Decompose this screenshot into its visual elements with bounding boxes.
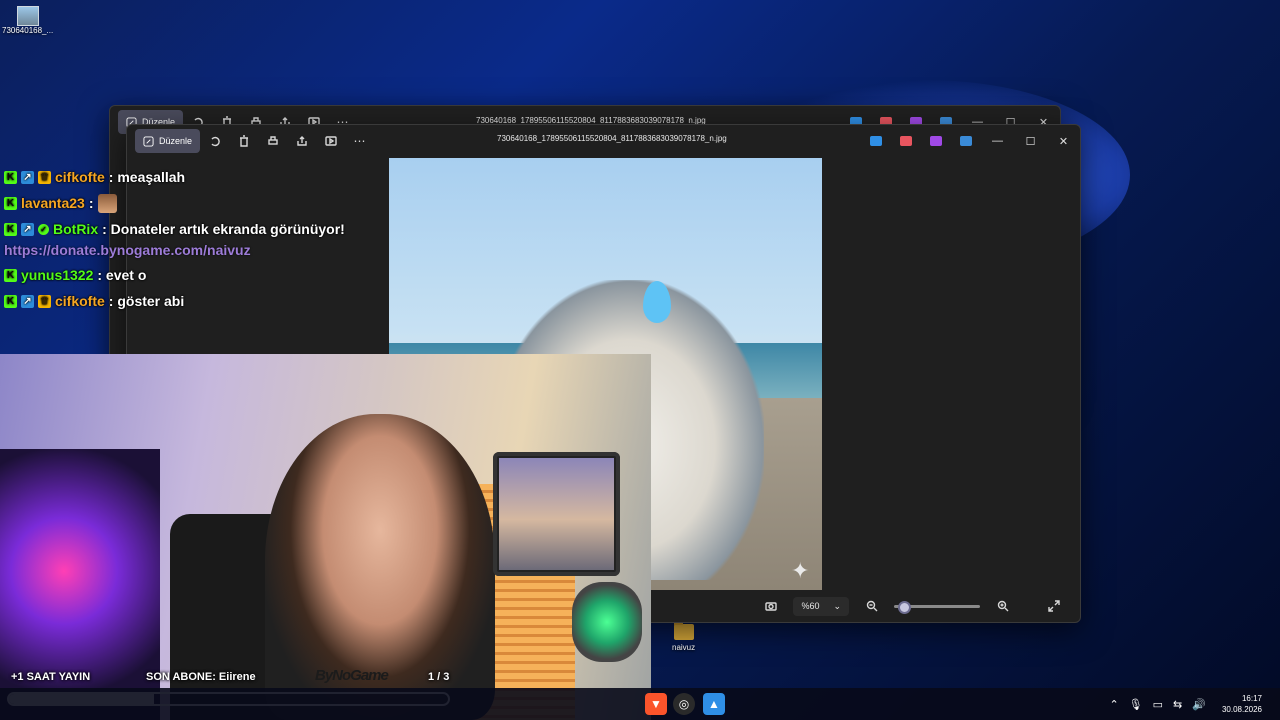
- obs-icon[interactable]: ◎: [673, 693, 695, 715]
- edit-button[interactable]: Düzenle: [135, 129, 201, 153]
- share-icon: [296, 136, 307, 146]
- donate-link[interactable]: https://donate.bynogame.com/naivuz: [4, 242, 384, 262]
- chat-text: : Donateler artık ekranda görünüyor!: [102, 221, 345, 237]
- zoom-dropdown[interactable]: %60 ⌄: [793, 596, 849, 616]
- clock-date: 30.08.2026: [1221, 705, 1262, 714]
- zoom-value: %60: [801, 601, 820, 611]
- chat-message: K lavanta23 :: [4, 190, 384, 216]
- microphone: [572, 582, 642, 662]
- chat-username: lavanta23: [21, 195, 85, 211]
- chat-text: :: [88, 195, 94, 211]
- kick-badge-icon: K: [4, 222, 17, 236]
- overlay-counter: 1 / 3: [428, 671, 450, 683]
- window-title: 730640168_17895506115520804_811788368303…: [497, 134, 727, 143]
- camera-icon: [765, 602, 777, 611]
- designer-app-icon[interactable]: [900, 136, 912, 146]
- chat-username: yunus1322: [21, 267, 94, 283]
- crown-badge-icon: ♛: [38, 170, 51, 184]
- desktop-icon-label: 730640168_...: [2, 26, 54, 35]
- zoom-slider[interactable]: [894, 600, 980, 614]
- sparkle-icon: ✦: [791, 558, 810, 583]
- zoom-slider-knob[interactable]: [898, 600, 911, 614]
- brave-browser-icon[interactable]: ▼: [645, 693, 667, 715]
- taskbar: ▼ ◎ ▲ ⌃ 🎙 ▭ ⇆ 🔊 16:17 30.08.2026: [0, 688, 1280, 720]
- kick-badge-icon: K: [4, 268, 17, 282]
- minimize-button[interactable]: —: [981, 135, 1014, 147]
- editor-app-icon[interactable]: [870, 136, 882, 146]
- kick-badge-icon: K: [4, 196, 17, 210]
- print-button[interactable]: [258, 129, 287, 153]
- network-icon[interactable]: ⇆: [1173, 698, 1182, 711]
- clock[interactable]: 16:17 30.08.2026: [1222, 693, 1262, 715]
- emote-icon: [97, 193, 117, 213]
- chat-text: : göster abi: [108, 293, 185, 309]
- zoom-out-icon: [866, 600, 877, 612]
- share-button[interactable]: [287, 129, 316, 153]
- chevron-down-icon: ⌄: [833, 600, 841, 611]
- trash-icon: [239, 135, 248, 147]
- svg-text:ByNoGame: ByNoGame: [315, 667, 389, 684]
- screenshot-button[interactable]: [756, 594, 785, 618]
- rotate-button[interactable]: [200, 129, 229, 153]
- clipchamp-icon[interactable]: [930, 136, 942, 146]
- folder-icon: [673, 621, 694, 640]
- display-icon[interactable]: ▭: [1153, 698, 1163, 711]
- desktop-icon-label: naivuz: [672, 643, 696, 652]
- maximize-button[interactable]: ☐: [1014, 135, 1047, 148]
- chat-message: K yunus1322 : evet o: [4, 262, 384, 288]
- chat-text: : evet o: [97, 267, 147, 283]
- fullscreen-button[interactable]: [1039, 594, 1068, 618]
- expand-icon: [1047, 600, 1060, 612]
- chat-message: K ↗ ♛ cifkofte : göster abi: [4, 288, 384, 314]
- tablet-on-wall: [493, 452, 620, 576]
- rotate-icon: [210, 136, 220, 147]
- edit-icon: [143, 135, 154, 147]
- desktop-icon-folder[interactable]: naivuz: [672, 621, 696, 652]
- titlebar: Düzenle ⋯ 730640168_17895506115520804_81…: [127, 125, 1080, 157]
- volume-icon[interactable]: 🔊: [1192, 698, 1206, 711]
- photos-app-icon[interactable]: ▲: [703, 693, 725, 715]
- desktop-icon-image[interactable]: 730640168_...: [2, 6, 53, 35]
- chat-text: : meaşallah: [108, 169, 186, 185]
- kick-badge-icon: K: [4, 294, 17, 308]
- vip-badge-icon: ↗: [21, 294, 34, 308]
- microphone-icon[interactable]: 🎙: [1129, 698, 1143, 711]
- vip-badge-icon: ↗: [21, 170, 34, 184]
- chat-message: K ↗ ♛ cifkofte : meaşallah: [4, 164, 384, 190]
- more-button[interactable]: ⋯: [345, 129, 374, 153]
- zoom-in-button[interactable]: [988, 594, 1017, 618]
- printer-icon: [267, 136, 278, 145]
- more-icon: ⋯: [353, 134, 366, 148]
- system-tray: ⌃ 🎙 ▭ ⇆ 🔊 16:17 30.08.2026: [1109, 688, 1280, 720]
- overlay-left-text: +1 SAAT YAYIN: [11, 671, 91, 683]
- verified-badge-icon: ✓: [38, 223, 49, 235]
- overlay-last-sub: SON ABONE: Eiirene: [146, 671, 256, 683]
- onedrive-icon[interactable]: [960, 136, 972, 146]
- play-icon: [324, 136, 337, 146]
- zoom-out-button[interactable]: [857, 594, 886, 618]
- chat-username: cifkofte: [55, 169, 105, 185]
- close-button[interactable]: ✕: [1047, 135, 1080, 148]
- sweat-drop-emoji: [643, 281, 671, 323]
- chevron-up-icon[interactable]: ⌃: [1109, 698, 1118, 711]
- clock-time: 16:17: [1241, 694, 1262, 703]
- stream-chat: K ↗ ♛ cifkofte : meaşallah K lavanta23 :…: [4, 164, 384, 314]
- crown-badge-icon: ♛: [38, 294, 51, 308]
- image-file-icon: [16, 6, 39, 26]
- chat-username: BotRix: [53, 221, 99, 237]
- chat-message: K ↗ ✓ BotRix : Donateler artık ekranda g…: [4, 216, 384, 242]
- zoom-in-icon: [997, 600, 1008, 612]
- slideshow-button[interactable]: [316, 129, 345, 153]
- vip-badge-icon: ↗: [21, 222, 34, 236]
- bynogame-logo: ByNoGame: [315, 662, 420, 686]
- delete-button[interactable]: [229, 129, 258, 153]
- chat-username: cifkofte: [55, 293, 105, 309]
- kick-badge-icon: K: [4, 170, 17, 184]
